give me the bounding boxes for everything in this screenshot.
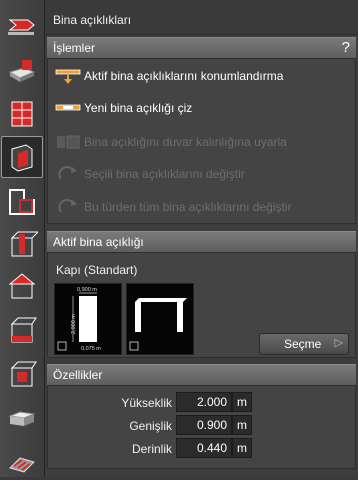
sidebar-hatch-tool-button[interactable] [2, 440, 42, 480]
column-grid-icon [11, 101, 33, 127]
panel-title: Bina açıklıkları [53, 13, 132, 27]
wall-arrow-icon [8, 19, 35, 35]
sidebar-room-tool-button[interactable] [2, 182, 42, 222]
position-active-openings-action[interactable]: Aktif bina açıklıklarını konumlandırma [52, 63, 352, 89]
action-label: Seçili bina açıklıklarını değiştir [84, 167, 245, 181]
opening-dimension-thumbnail[interactable]: 0,900 m 2,000 m 0,075 m [54, 283, 122, 355]
change-selected-openings-action[interactable]: Seçili bina açıklıklarını değiştir [52, 161, 352, 187]
roof-icon [8, 273, 36, 299]
sidebar-column-tool-button[interactable] [2, 94, 42, 134]
opening-3d-thumbnail[interactable] [126, 283, 194, 355]
width-unit: m [232, 415, 252, 435]
slab-icon [8, 60, 36, 82]
sidebar-slab-tool-button[interactable] [2, 50, 42, 90]
fit-wall-icon [57, 135, 80, 149]
width-label: Genişlik [129, 419, 172, 433]
height-dim-text: 2,000 m [71, 314, 77, 334]
action-label: Yeni bina açıklığı çiz [84, 101, 193, 115]
tool-sidebar [0, 0, 45, 477]
opening-type-label: Kapı (Standart) [56, 263, 138, 277]
sidebar-3d-view-button[interactable] [2, 398, 42, 438]
hatch-icon [9, 457, 35, 473]
pillar-icon [10, 231, 38, 257]
play-arrow-icon: ▷ [334, 337, 343, 349]
height-label: Yükseklik [121, 396, 172, 410]
draw-new-opening-action[interactable]: Yeni bina açıklığı çiz [52, 95, 352, 121]
active-opening-header[interactable]: Aktif bina açıklığı [47, 231, 356, 253]
help-icon[interactable]: ? [342, 39, 350, 56]
draw-opening-icon [55, 104, 81, 111]
cube-view-icon [8, 411, 36, 426]
door-frame-drawing [129, 298, 187, 351]
sidebar-stair-tool-button[interactable] [2, 310, 42, 350]
room-outline-icon [9, 189, 35, 215]
position-opening-icon [55, 69, 81, 84]
depth-property-row: Derinlik 0.440 m [48, 438, 357, 460]
offset-dim-text: 0,075 m [81, 346, 101, 352]
active-opening-body: Kapı (Standart) 0,900 m 2,000 m 0,075 m … [47, 252, 356, 358]
sidebar-opening-tool-button[interactable] [1, 136, 43, 178]
depth-label: Derinlik [131, 442, 172, 456]
fit-opening-to-wall-action[interactable]: Bina açıklığını duvar kalınlığına uyarla [52, 129, 352, 155]
change-selected-icon [58, 166, 77, 180]
change-all-openings-of-type-action[interactable]: Bu türden tüm bina açıklıklarını değişti… [52, 194, 352, 220]
panel-title-bar: Bina açıklıkları [45, 0, 358, 35]
door-dimension-drawing: 0,900 m 2,000 m 0,075 m [57, 287, 101, 352]
select-button-label: Seçme [284, 337, 322, 351]
width-dim-text: 0,900 m [77, 287, 97, 293]
width-property-row: Genişlik 0.900 m [48, 415, 357, 437]
operations-header-label: İşlemler [53, 41, 96, 55]
height-property-row: Yükseklik 2.000 m [48, 392, 357, 414]
sidebar-pillar-tool-button[interactable] [2, 224, 42, 264]
sidebar-wall-tool-button[interactable] [2, 6, 42, 46]
operations-header[interactable]: İşlemler ? [47, 37, 356, 59]
action-label: Bina açıklığını duvar kalınlığına uyarla [84, 135, 287, 149]
width-input[interactable]: 0.900 [176, 415, 232, 435]
box-floor-icon [10, 317, 37, 343]
wall-opening-icon [11, 144, 33, 172]
properties-header[interactable]: Özellikler [47, 364, 356, 386]
sidebar-roof-tool-button[interactable] [2, 266, 42, 306]
properties-header-label: Özellikler [53, 368, 103, 382]
openings-panel: Bina açıklıkları İşlemler ? Aktif bina a… [45, 0, 358, 477]
active-opening-header-label: Aktif bina açıklığı [53, 235, 144, 249]
operations-body: Aktif bina açıklıklarını konumlandırma Y… [47, 58, 356, 224]
height-unit: m [232, 392, 252, 412]
action-label: Aktif bina açıklıklarını konumlandırma [84, 69, 284, 83]
depth-unit: m [232, 438, 252, 458]
change-all-icon [58, 199, 77, 213]
sidebar-object-tool-button[interactable] [2, 354, 42, 394]
action-label: Bu türden tüm bina açıklıklarını değişti… [84, 200, 292, 214]
object-box-icon [10, 361, 37, 387]
height-input[interactable]: 2.000 [176, 392, 232, 412]
depth-input[interactable]: 0.440 [176, 438, 232, 458]
select-opening-button[interactable]: Seçme ▷ [259, 333, 349, 355]
properties-body: Yükseklik 2.000 m Genişlik 0.900 m Derin… [47, 385, 356, 469]
